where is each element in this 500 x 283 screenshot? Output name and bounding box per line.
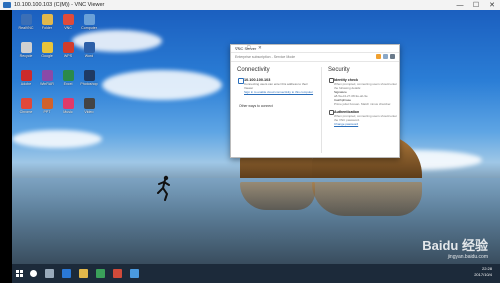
- desktop-icon[interactable]: Excel: [58, 70, 78, 92]
- app-icon: [83, 98, 95, 109]
- address-note: Connecting users can enter this address …: [244, 82, 308, 90]
- maximize-button[interactable]: ☐: [468, 0, 484, 10]
- store-icon[interactable]: [96, 269, 105, 278]
- desktop-icon-label: Adobe: [20, 82, 32, 86]
- app-icon: [62, 42, 74, 53]
- desktop-icon-label: Folder: [41, 26, 53, 30]
- windows-taskbar: 22:28 2017/10/4: [12, 264, 500, 283]
- app-icon: [83, 14, 95, 25]
- ip-address: 10.100.100.103: [238, 78, 315, 84]
- dialog-subtitle: Enterprise subscription - Service Mode: [235, 55, 296, 59]
- watermark-url: jingyan.baidu.com: [447, 254, 488, 260]
- app-icon[interactable]: [113, 269, 122, 278]
- user-icon[interactable]: [383, 54, 388, 59]
- identity-check: Identity check When prompted, connecting…: [328, 78, 402, 106]
- menu-icon[interactable]: [390, 54, 395, 59]
- desktop-icon-label: Photoshop: [80, 82, 98, 86]
- app-icon: [41, 42, 53, 53]
- app-icon: [62, 70, 74, 81]
- desktop-icon-label: Computer: [81, 26, 97, 30]
- other-ways-link[interactable]: Other ways to connect: [239, 104, 315, 108]
- connectivity-heading: Connectivity: [237, 67, 270, 73]
- authentication-text: When prompted, connecting users should e…: [334, 114, 398, 122]
- app-icon: [62, 98, 74, 109]
- viewer-left-margin: [0, 10, 12, 283]
- edge-icon[interactable]: [62, 269, 71, 278]
- dialog-window-controls[interactable]: — ☐ ✕: [235, 45, 397, 51]
- desktop-icon-label: Word: [84, 54, 94, 58]
- app-icon: [83, 70, 95, 81]
- start-button[interactable]: [12, 264, 26, 283]
- desktop-icon-label: Video: [84, 110, 94, 114]
- rock-reflection: [240, 182, 315, 210]
- cloud: [102, 70, 222, 100]
- system-tray[interactable]: 22:28 2017/10/4: [474, 266, 492, 278]
- vnc-viewer-icon: [3, 2, 11, 8]
- dialog-titlebar: VNC Server — ☐ ✕: [231, 45, 399, 53]
- app-icon: [20, 42, 32, 53]
- connectivity-section: Connectivity 10.100.100.103 Connecting u…: [237, 67, 315, 108]
- app-icon: [20, 70, 32, 81]
- vnc-server-dialog: VNC Server — ☐ ✕ Enterprise subscription…: [230, 44, 400, 158]
- security-heading: Security: [328, 67, 350, 73]
- desktop-icon[interactable]: WinRAR: [37, 70, 57, 92]
- app-icon: [20, 14, 32, 25]
- desktop-icon[interactable]: Word: [79, 42, 99, 64]
- desktop-icon[interactable]: Google: [37, 42, 57, 64]
- app-icon: [41, 70, 53, 81]
- desktop-icon-label: Google: [41, 54, 53, 58]
- desktop-icon[interactable]: Recycle: [16, 42, 36, 64]
- viewer-title: 10.100.100.103 (C(M)) - VNC Viewer: [14, 2, 105, 8]
- desktop-icon-label: WinRAR: [40, 82, 54, 86]
- desktop-icon[interactable]: Photoshop: [79, 70, 99, 92]
- app-icon: [83, 42, 95, 53]
- desktop-icon[interactable]: RealVNC: [16, 14, 36, 36]
- task-view-icon[interactable]: [45, 269, 54, 278]
- change-password-link[interactable]: Change password: [334, 122, 402, 126]
- desktop-icon-label: VNC: [64, 26, 72, 30]
- app-icon: [41, 98, 53, 109]
- desktop-icon[interactable]: VNC: [58, 14, 78, 36]
- authentication: Authentication When prompted, connecting…: [328, 110, 402, 126]
- baidu-watermark: Baidu 经验 jingyan.baidu.com: [422, 235, 488, 260]
- app-icon: [62, 14, 74, 25]
- desktop-icon-label: Chrome: [19, 110, 33, 114]
- vnc-taskbar-icon[interactable]: [130, 269, 139, 278]
- dialog-subtitle-bar: Enterprise subscription - Service Mode: [231, 53, 399, 62]
- runner-silhouette: [157, 175, 170, 201]
- windows-logo-icon: [15, 270, 23, 277]
- desktop-icon[interactable]: Music: [58, 98, 78, 120]
- close-button[interactable]: ✕: [484, 0, 500, 10]
- desktop-icon-label: WPS: [63, 54, 73, 58]
- desktop-icon[interactable]: Video: [79, 98, 99, 120]
- app-icon: [41, 14, 53, 25]
- desktop-icon[interactable]: Folder: [37, 14, 57, 36]
- desktop-icon-label: Music: [63, 110, 73, 114]
- security-section: Security Identity check When prompted, c…: [321, 67, 402, 153]
- desktop-icon[interactable]: Computer: [79, 14, 99, 36]
- file-explorer-icon[interactable]: [79, 269, 88, 278]
- minimize-button[interactable]: —: [452, 0, 468, 10]
- rock-reflection: [312, 182, 422, 216]
- desktop-icon-label: Excel: [63, 82, 73, 86]
- desktop-icon-label: RealVNC: [18, 26, 34, 30]
- desktop-icon[interactable]: Chrome: [16, 98, 36, 120]
- cloud: [12, 130, 102, 148]
- desktop-icon[interactable]: WPS: [58, 42, 78, 64]
- desktop-icon-label: Recycle: [19, 54, 33, 58]
- notification-icon[interactable]: [376, 54, 381, 59]
- desktop-icon[interactable]: Adobe: [16, 70, 36, 92]
- authentication-title: Authentication: [329, 110, 402, 115]
- identity-check-text: When prompted, connecting users should e…: [334, 82, 398, 90]
- catchphrase-value: Prime juliet Korean. Match minus chamber…: [334, 102, 392, 106]
- desktop-icon-label: PPT: [43, 110, 51, 114]
- remote-desktop[interactable]: RealVNC Folder VNC Computer Recycle Google WPS…: [12, 10, 500, 264]
- cloud-signin-link[interactable]: Sign in to enable cloud connectivity to …: [244, 90, 315, 94]
- app-icon: [20, 98, 32, 109]
- desktop-icon[interactable]: PPT: [37, 98, 57, 120]
- watermark-brand: Baidu 经验: [422, 238, 488, 253]
- clock-date: 2017/10/4: [474, 272, 492, 277]
- search-icon[interactable]: [30, 270, 37, 277]
- identity-check-title: Identity check: [329, 78, 402, 83]
